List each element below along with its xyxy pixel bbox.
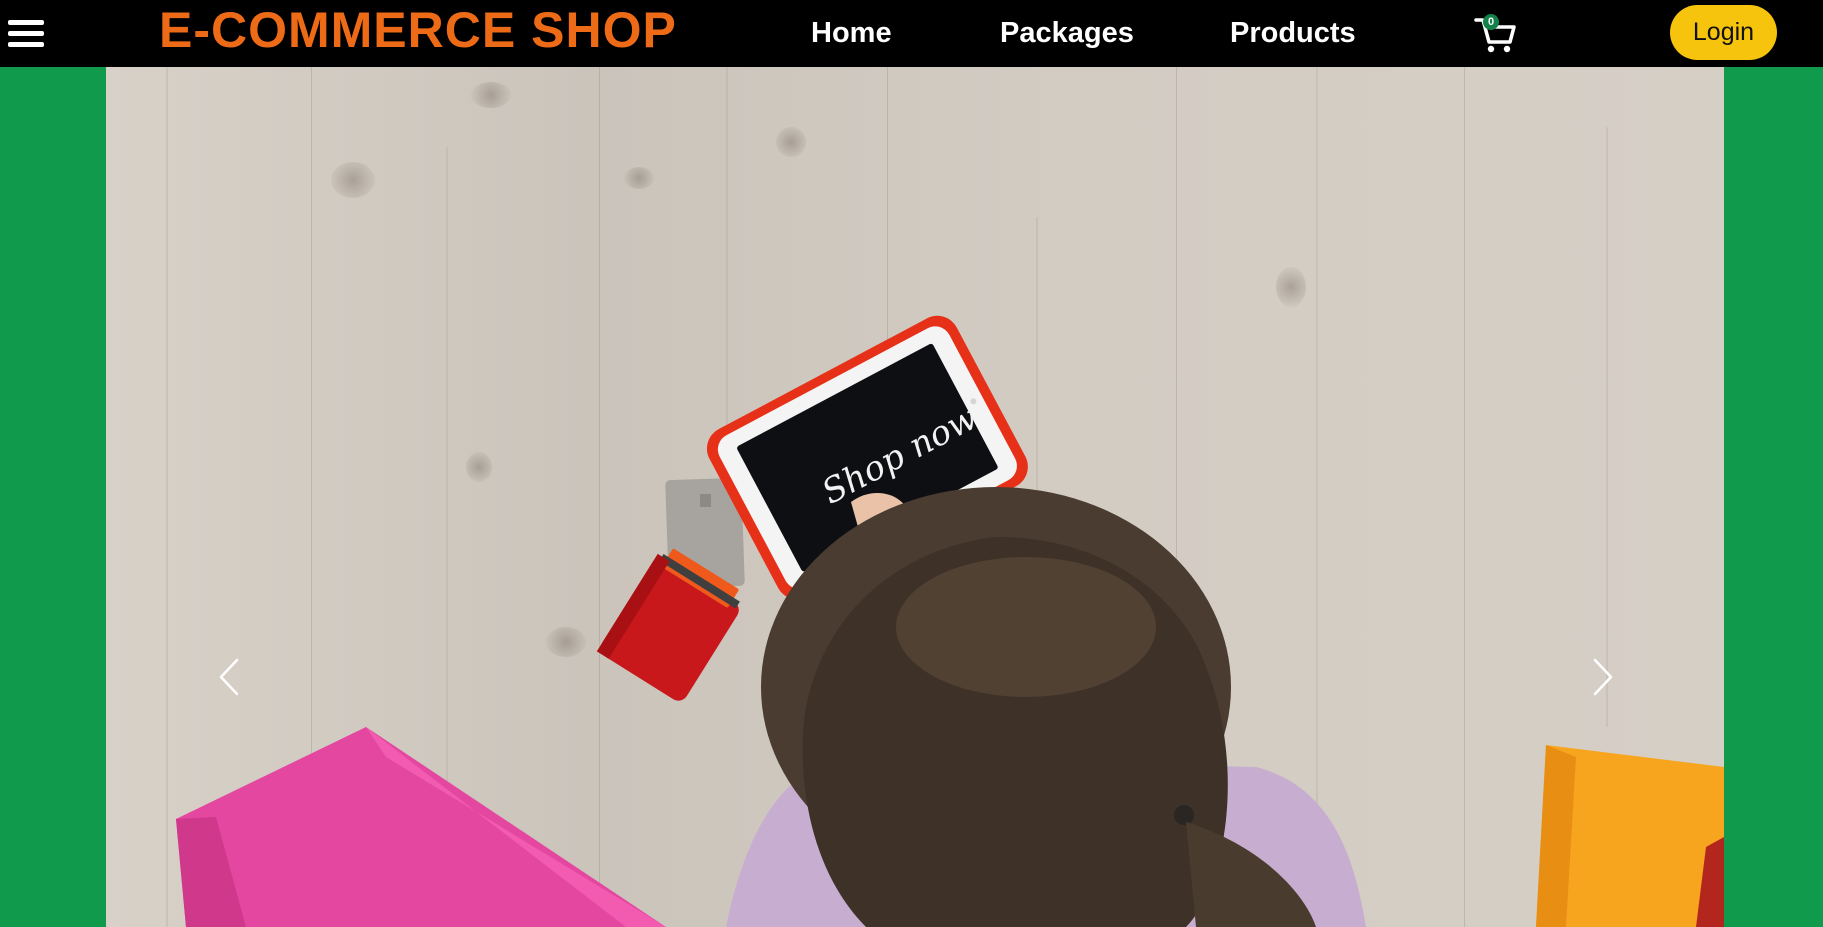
nav-link-home[interactable]: Home — [811, 14, 892, 52]
carousel-next-button[interactable] — [1581, 652, 1621, 702]
cart-count-badge: 0 — [1483, 14, 1499, 30]
navbar: E-COMMERCE SHOP Home Packages Products 0… — [0, 0, 1823, 67]
chevron-left-icon — [219, 658, 239, 696]
nav-link-products[interactable]: Products — [1230, 14, 1356, 52]
cart-button[interactable]: 0 — [1474, 14, 1520, 54]
nav-link-packages[interactable]: Packages — [1000, 14, 1134, 52]
hero-image: Shop now — [176, 315, 1724, 927]
hamburger-menu-icon[interactable] — [8, 20, 44, 52]
brand-logo[interactable]: E-COMMERCE SHOP — [159, 0, 677, 60]
carousel-prev-button[interactable] — [211, 652, 251, 702]
hero-carousel: Shop now — [106, 67, 1724, 927]
login-button[interactable]: Login — [1670, 5, 1777, 60]
chevron-right-icon — [1593, 658, 1613, 696]
